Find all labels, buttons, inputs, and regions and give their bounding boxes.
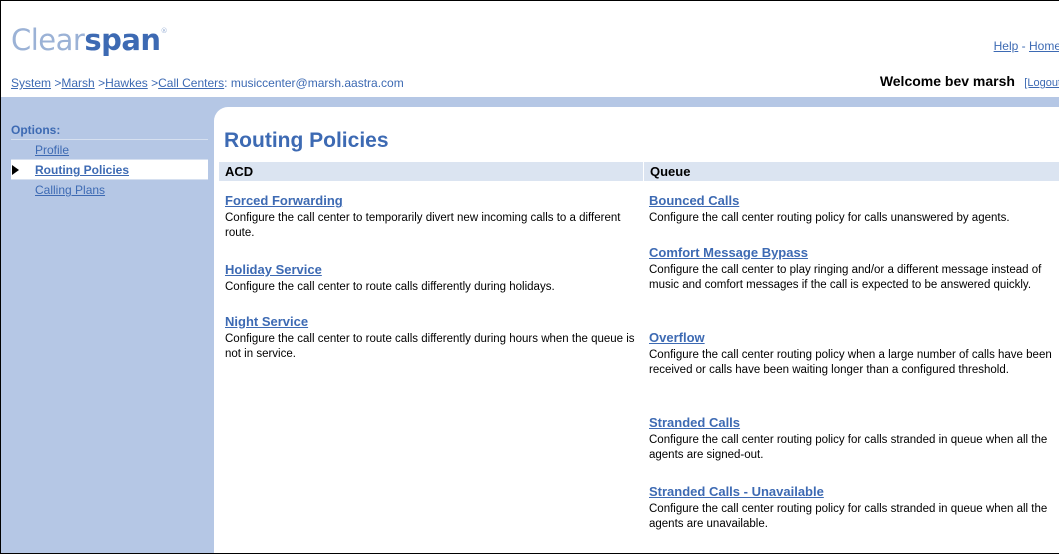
sidebar-item-calling-plans[interactable]: Calling Plans xyxy=(11,179,208,199)
clearspan-logo: Clearspan® xyxy=(11,23,168,57)
header: Clearspan® Help - Home System >Marsh >Ha… xyxy=(1,1,1059,99)
current-page-arrow-icon xyxy=(12,165,19,175)
sidebar-item-routing-policies[interactable]: Routing Policies xyxy=(11,159,208,179)
acd-header-label: ACD xyxy=(225,164,254,179)
breadcrumb-hawkes[interactable]: Hawkes xyxy=(105,76,148,90)
welcome-area: Welcome bev marsh [Logout xyxy=(880,73,1059,89)
breadcrumb-system[interactable]: System xyxy=(11,76,51,90)
night-service-description: Configure the call center to route calls… xyxy=(225,333,635,360)
stranded-calls-unavailable-link[interactable]: Stranded Calls - Unavailable xyxy=(649,484,1059,499)
night-service-link[interactable]: Night Service xyxy=(225,314,643,329)
options-label: Options: xyxy=(11,123,61,137)
queue-entry-overflow: Overflow Configure the call center routi… xyxy=(649,330,1059,378)
acd-entry-night-service: Night Service Configure the call center … xyxy=(225,314,643,362)
help-link[interactable]: Help xyxy=(994,39,1019,53)
welcome-text: Welcome bev marsh xyxy=(879,73,1015,89)
logo-registered-mark: ® xyxy=(160,27,168,35)
queue-entry-comfort-message-bypass: Comfort Message Bypass Configure the cal… xyxy=(649,245,1059,293)
overflow-link[interactable]: Overflow xyxy=(649,330,1059,345)
logo-text-clear: Clear xyxy=(11,23,85,57)
acd-entry-holiday-service: Holiday Service Configure the call cente… xyxy=(225,262,643,295)
overflow-description: Configure the call center routing policy… xyxy=(649,349,1052,376)
acd-entry-forced-forwarding: Forced Forwarding Configure the call cen… xyxy=(225,193,643,241)
holiday-service-link[interactable]: Holiday Service xyxy=(225,262,643,277)
bounced-calls-description: Configure the call center routing policy… xyxy=(649,212,1010,224)
acd-column-header: ACD xyxy=(219,162,643,181)
sidebar-item-label[interactable]: Routing Policies xyxy=(35,163,129,177)
sidebar: Options: Profile Routing Policies Callin… xyxy=(1,107,214,553)
logout-link[interactable]: [Logout xyxy=(1024,77,1059,89)
holiday-service-description: Configure the call center to route calls… xyxy=(225,281,555,293)
home-link[interactable]: Home xyxy=(1029,39,1059,53)
queue-entry-stranded-calls: Stranded Calls Configure the call center… xyxy=(649,415,1059,463)
page-title: Routing Policies xyxy=(224,129,389,152)
queue-entry-bounced-calls: Bounced Calls Configure the call center … xyxy=(649,193,1059,226)
queue-column-header: Queue xyxy=(644,162,1059,181)
breadcrumb-current: : musiccenter@marsh.aastra.com xyxy=(224,76,404,90)
sidebar-item-label[interactable]: Profile xyxy=(35,143,69,157)
sidebar-item-label[interactable]: Calling Plans xyxy=(35,183,105,197)
content-corner-decoration xyxy=(214,107,242,135)
stranded-calls-description: Configure the call center routing policy… xyxy=(649,434,1048,461)
queue-entry-stranded-calls-unavailable: Stranded Calls - Unavailable Configure t… xyxy=(649,484,1059,532)
comfort-message-bypass-description: Configure the call center to play ringin… xyxy=(649,264,1042,291)
breadcrumb: System >Marsh >Hawkes >Call Centers: mus… xyxy=(11,76,404,90)
bounced-calls-link[interactable]: Bounced Calls xyxy=(649,193,1059,208)
logo-text-span: span xyxy=(84,23,161,57)
breadcrumb-call-centers[interactable]: Call Centers xyxy=(158,76,224,90)
stranded-calls-link[interactable]: Stranded Calls xyxy=(649,415,1059,430)
header-band xyxy=(1,97,1059,107)
app-frame: Clearspan® Help - Home System >Marsh >Ha… xyxy=(0,0,1059,554)
forced-forwarding-link[interactable]: Forced Forwarding xyxy=(225,193,643,208)
top-links-separator: - xyxy=(1021,39,1026,53)
comfort-message-bypass-link[interactable]: Comfort Message Bypass xyxy=(649,245,1059,260)
top-links: Help - Home xyxy=(994,39,1059,53)
breadcrumb-marsh[interactable]: Marsh xyxy=(61,76,94,90)
forced-forwarding-description: Configure the call center to temporarily… xyxy=(225,212,621,239)
queue-header-label: Queue xyxy=(650,164,691,179)
sidebar-item-profile[interactable]: Profile xyxy=(11,139,208,159)
stranded-calls-unavailable-description: Configure the call center routing policy… xyxy=(649,503,1048,530)
